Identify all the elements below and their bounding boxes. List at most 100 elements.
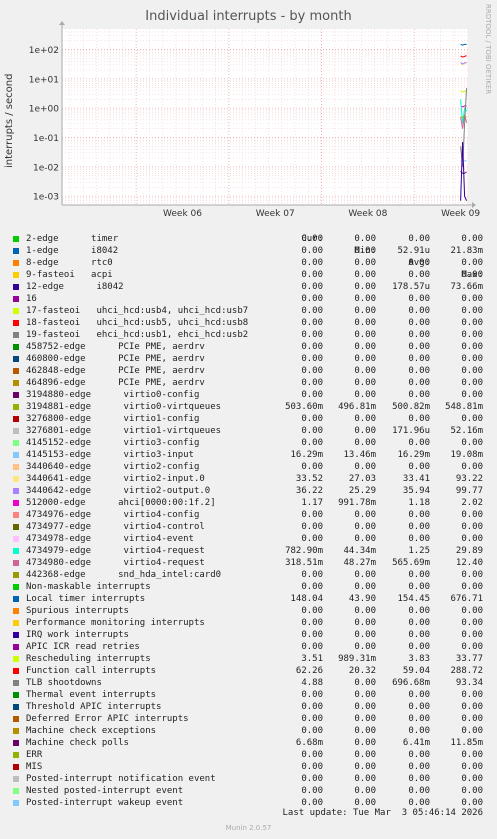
legend-series-name: 4734980-edge virtio4-request — [26, 558, 205, 568]
legend-swatch — [13, 668, 19, 674]
legend-max-value: 11.85m — [450, 738, 483, 748]
legend-swatch — [13, 656, 19, 662]
legend-swatch — [13, 728, 19, 734]
legend-swatch — [13, 548, 19, 554]
legend-max-value: 0.00 — [461, 534, 483, 544]
legend-row: 3276800-edge virtio1-config 0.00 0.00 0.00 0… — [0, 413, 497, 425]
legend-row: 4734978-edge virtio4-event 0.00 0.00 0.00 0.… — [0, 533, 497, 545]
legend-row: 3440641-edge virtio2-input.0 33.52 27.03 33… — [0, 473, 497, 485]
legend-row: 3276801-edge virtio1-virtqueues 0.00 0.00 1… — [0, 425, 497, 437]
legend-row: 17-fasteoi uhci_hcd:usb4, uhci_hcd:usb7 0… — [0, 305, 497, 317]
legend-swatch — [13, 644, 19, 650]
legend-header: Cur: Min: Avg: Max: — [0, 221, 497, 280]
legend-series-name: Thermal event interrupts — [26, 690, 157, 700]
y-tick-label: 1e-03 — [33, 193, 59, 203]
legend-max-value: 0.00 — [461, 570, 483, 580]
legend-series-name: 3440642-edge virtio2-output.0 — [26, 486, 211, 496]
legend-row: 4734977-edge virtio4-control 0.00 0.00 0.00… — [0, 521, 497, 533]
legend-series-name: 3194881-edge virtio0-virtqueues — [26, 402, 222, 412]
legend-row: IRQ work interrupts 0.00 0.00 0.00 0.00 — [0, 629, 497, 641]
legend-row: 9-fasteoi acpi 0.00 0.00 0.00 0.00 — [0, 269, 497, 281]
legend-row: 3440642-edge virtio2-output.0 36.22 25.29 3… — [0, 485, 497, 497]
y-axis-arrow — [59, 21, 65, 25]
legend-swatch — [13, 572, 19, 578]
legend-row: Non-maskable interrupts 0.00 0.00 0.00 0.00 — [0, 581, 497, 593]
legend-swatch — [13, 368, 19, 374]
legend-row: 19-fasteoi ehci_hcd:usb1, ehci_hcd:usb2 0… — [0, 329, 497, 341]
legend-series-name: 18-fasteoi uhci_hcd:usb5, uhci_hcd:usb8 — [26, 318, 249, 328]
legend-row: Deferred Error APIC interrupts 0.00 0.00 0.… — [0, 713, 497, 725]
legend-series-name: MIS — [26, 762, 43, 772]
legend-swatch — [13, 524, 19, 530]
legend-swatch — [13, 776, 19, 782]
legend-swatch — [13, 236, 19, 242]
legend-max-value: 0.00 — [461, 330, 483, 340]
legend-max-value: 0.00 — [461, 510, 483, 520]
legend-series-name: Nested posted-interrupt event — [26, 786, 184, 796]
legend-max-value: 52.16m — [450, 426, 483, 436]
legend-max-value: 0.00 — [461, 630, 483, 640]
legend-row: 3440640-edge virtio2-config 0.00 0.00 0.00 0… — [0, 461, 497, 473]
legend-max-value: 33.77 — [455, 654, 483, 664]
legend-row: TLB shootdowns 4.88 0.00 696.68m 93.34 — [0, 677, 497, 689]
y-tick-label: 1e-01 — [33, 134, 59, 144]
legend-series-name: 512000-edge ahci[0000:00:1f.2] — [26, 498, 216, 508]
legend-swatch — [13, 800, 19, 806]
legend-max-value: 0.00 — [461, 690, 483, 700]
legend-max-value: 0.00 — [461, 774, 483, 784]
legend-series-name: 4734978-edge virtio4-event — [26, 534, 194, 544]
legend-swatch — [13, 320, 19, 326]
legend-table: Cur: Min: Avg: Max: 2-edge timer 0.00 0.00… — [0, 221, 497, 809]
legend-row: 464896-edge PCIe PME, aerdrv 0.00 0.00 0.00… — [0, 377, 497, 389]
munin-version: Munin 2.0.57 — [225, 824, 272, 832]
legend-series-name: 3276801-edge virtio1-virtqueues — [26, 426, 222, 436]
y-tick-label: 1e-02 — [33, 163, 59, 173]
legend-swatch — [13, 560, 19, 566]
legend-max-value: 0.00 — [461, 618, 483, 628]
legend-series-name: 4734977-edge virtio4-control — [26, 522, 205, 532]
legend-series-name: 19-fasteoi ehci_hcd:usb1, ehci_hcd:usb2 — [26, 330, 249, 340]
legend-row: 4734976-edge virtio4-config 0.00 0.00 0.00 0… — [0, 509, 497, 521]
legend-swatch — [13, 536, 19, 542]
legend-row: 4734979-edge virtio4-request 782.90m 44.34… — [0, 545, 497, 557]
legend-series-name: TLB shootdowns — [26, 678, 102, 688]
y-tick-label: 1e+02 — [29, 46, 59, 56]
legend-max-value: 0.00 — [461, 366, 483, 376]
legend-max-value: 0.00 — [461, 762, 483, 772]
legend-rows: 2-edge timer 0.00 0.00 0.00 0.00 1-edge i8042… — [0, 233, 497, 809]
chart-plot: 1e-03 1e-02 1e-01 1e+00 1e+01 1e+02 Week 06 Wee… — [29, 21, 480, 219]
legend-swatch — [13, 740, 19, 746]
x-tick-label: Week 09 — [441, 209, 480, 219]
legend-swatch — [13, 704, 19, 710]
legend-row: Machine check polls 6.68m 0.00 6.41m 11.85m — [0, 737, 497, 749]
legend-max-value: 0.00 — [461, 258, 483, 268]
legend-max-value: 0.00 — [461, 378, 483, 388]
legend-series-name: Performance monitoring interrupts — [26, 618, 205, 628]
legend-max-value: 0.00 — [461, 714, 483, 724]
legend-row: Posted-interrupt notification event 0.00 0… — [0, 773, 497, 785]
legend-series-name: Non-maskable interrupts — [26, 582, 151, 592]
legend-max-value: 0.00 — [461, 462, 483, 472]
legend-swatch — [13, 596, 19, 602]
legend-swatch — [13, 464, 19, 470]
legend-max-value: 93.22 — [455, 474, 483, 484]
legend-swatch — [13, 680, 19, 686]
legend-series-name: 12-edge i8042 — [26, 282, 124, 292]
legend-row: 4145153-edge virtio3-input 16.29m 13.46m 16… — [0, 449, 497, 461]
legend-series-name: Deferred Error APIC interrupts — [26, 714, 189, 724]
legend-series-name: Posted-interrupt notification event — [26, 774, 216, 784]
legend-series-name: Machine check polls — [26, 738, 129, 748]
y-tick-label: 1e+00 — [29, 105, 60, 115]
legend-max-value: 0.00 — [461, 726, 483, 736]
x-tick-label: Week 07 — [256, 209, 295, 219]
legend-max-value: 0.00 — [461, 786, 483, 796]
legend-swatch — [13, 452, 19, 458]
legend-series-name: 4734979-edge virtio4-request — [26, 546, 205, 556]
legend-row: MIS 0.00 0.00 0.00 0.00 — [0, 761, 497, 773]
legend-swatch — [13, 308, 19, 314]
legend-max-value: 0.00 — [461, 642, 483, 652]
legend-max-value: 73.66m — [450, 282, 483, 292]
legend-max-value: 93.34 — [455, 678, 483, 688]
legend-row: Performance monitoring interrupts 0.00 0.0… — [0, 617, 497, 629]
legend-swatch — [13, 632, 19, 638]
